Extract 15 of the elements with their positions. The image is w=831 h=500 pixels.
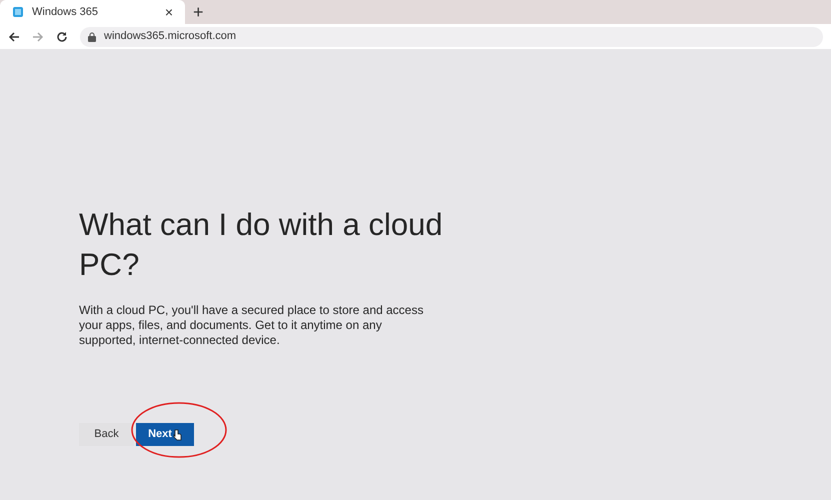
tab-title: Windows 365 [32,4,100,20]
new-tab-button[interactable]: + [193,3,204,21]
window-logo-icon [12,6,24,18]
lock-icon [88,32,96,42]
address-bar[interactable]: windows365.microsoft.com [80,26,823,46]
back-icon[interactable] [8,30,20,42]
close-tab-button[interactable]: × [164,5,173,19]
description-text: With a cloud PC, you'll have a secured place to store and access your apps, files, and documents. Get to it anytime on any supported, internet-connected device. [79,303,424,348]
page-heading: What can I do with a cloud PC? [79,206,444,284]
hand-cursor-icon [172,428,182,440]
browser-tab[interactable]: Windows 365 × [0,0,185,24]
url-text: windows365.microsoft.com [104,29,236,44]
back-button[interactable]: Back [79,423,134,446]
next-button[interactable]: Next [136,423,194,446]
reload-icon[interactable] [56,30,68,42]
